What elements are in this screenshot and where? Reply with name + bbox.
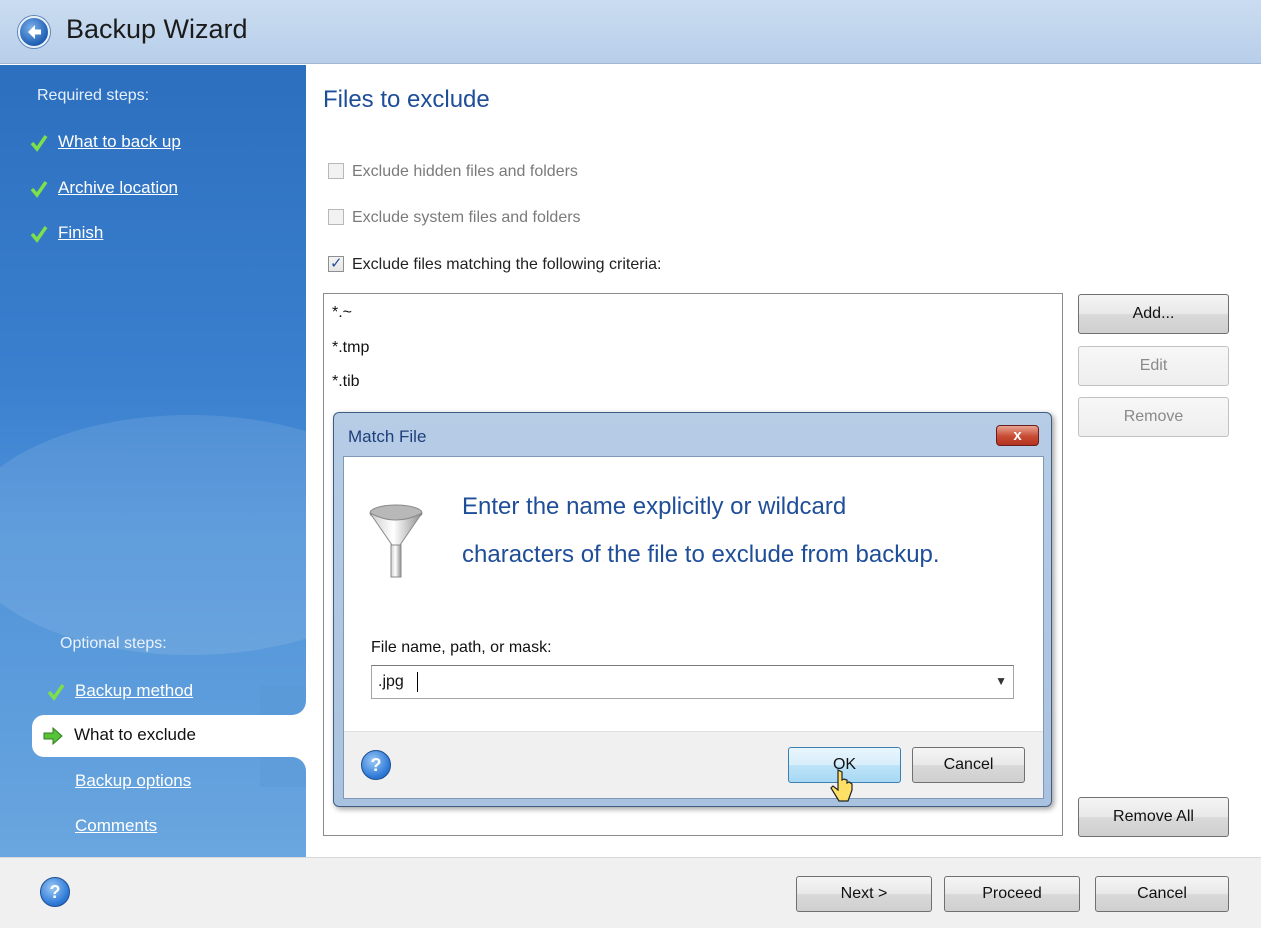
sidebar: Required steps: What to back up Archive … <box>0 65 306 857</box>
sidebar-curve-top <box>260 685 306 715</box>
checkbox-box-checked <box>328 254 344 272</box>
wizard-footer: ? Next > Proceed Cancel <box>0 857 1261 928</box>
remove-all-button[interactable]: Remove All <box>1078 797 1229 837</box>
file-mask-value: .jpg <box>378 673 404 690</box>
window-title: Backup Wizard <box>66 14 248 44</box>
dialog-title: Match File <box>348 427 427 446</box>
list-item[interactable]: *.tmp <box>332 339 369 357</box>
edit-button[interactable]: Edit <box>1078 346 1229 386</box>
next-button[interactable]: Next > <box>796 876 932 912</box>
file-mask-label: File name, path, or mask: <box>371 639 552 656</box>
add-button[interactable]: Add... <box>1078 294 1229 334</box>
dialog-message-line-1: Enter the name explicitly or wildcard <box>462 493 847 520</box>
optional-steps-heading: Optional steps: <box>60 635 167 652</box>
help-icon[interactable]: ? <box>361 750 391 780</box>
sidebar-item-backup-method[interactable]: Backup method <box>75 681 193 701</box>
dialog-message-line-2: characters of the file to exclude from b… <box>462 541 940 568</box>
checkbox-box <box>328 209 344 225</box>
close-icon[interactable]: x <box>996 425 1039 446</box>
exclude-system-checkbox[interactable]: Exclude system files and folders <box>328 209 581 227</box>
page-title: Files to exclude <box>323 86 490 113</box>
green-check-icon <box>30 181 48 198</box>
green-check-icon <box>30 135 48 152</box>
funnel-icon <box>369 504 423 578</box>
dialog-cancel-button[interactable]: Cancel <box>912 747 1025 783</box>
file-mask-combobox[interactable]: .jpg ▼ <box>371 665 1014 699</box>
green-check-icon <box>30 226 48 243</box>
proceed-button[interactable]: Proceed <box>944 876 1080 912</box>
mouse-pointer-icon <box>830 769 853 802</box>
sidebar-item-finish[interactable]: Finish <box>58 223 103 243</box>
sidebar-item-comments[interactable]: Comments <box>75 816 157 836</box>
sidebar-item-what-to-back-up[interactable]: What to back up <box>58 132 181 152</box>
green-arrow-icon <box>43 726 63 746</box>
exclude-matching-checkbox[interactable]: Exclude files matching the following cri… <box>328 254 662 274</box>
checkbox-label: Exclude hidden files and folders <box>352 163 578 180</box>
checkbox-label: Exclude files matching the following cri… <box>352 256 662 273</box>
cancel-button[interactable]: Cancel <box>1095 876 1229 912</box>
checkbox-label: Exclude system files and folders <box>352 209 581 226</box>
sidebar-decoration <box>0 415 306 655</box>
sidebar-item-backup-options[interactable]: Backup options <box>75 771 191 791</box>
sidebar-item-label: What to exclude <box>74 725 196 744</box>
exclude-hidden-checkbox[interactable]: Exclude hidden files and folders <box>328 163 578 181</box>
title-bar: Backup Wizard <box>0 0 1261 64</box>
list-item[interactable]: *.~ <box>332 304 352 322</box>
green-check-icon <box>47 684 65 701</box>
sidebar-curve-bottom <box>260 757 306 787</box>
remove-button[interactable]: Remove <box>1078 397 1229 437</box>
chevron-down-icon[interactable]: ▼ <box>995 674 1007 688</box>
required-steps-heading: Required steps: <box>37 87 150 104</box>
text-caret <box>417 672 418 692</box>
dialog-footer: ? OK Cancel <box>344 731 1043 798</box>
list-item[interactable]: *.tib <box>332 373 360 391</box>
sidebar-item-archive-location[interactable]: Archive location <box>58 178 178 198</box>
sidebar-item-what-to-exclude[interactable]: What to exclude <box>32 715 306 757</box>
checkbox-box <box>328 163 344 179</box>
match-file-dialog: Match File x Enter the name explicitly o… <box>333 412 1052 807</box>
help-icon[interactable]: ? <box>40 877 70 907</box>
dialog-body: Enter the name explicitly or wildcard ch… <box>343 456 1044 799</box>
back-arrow-icon[interactable] <box>18 16 50 48</box>
